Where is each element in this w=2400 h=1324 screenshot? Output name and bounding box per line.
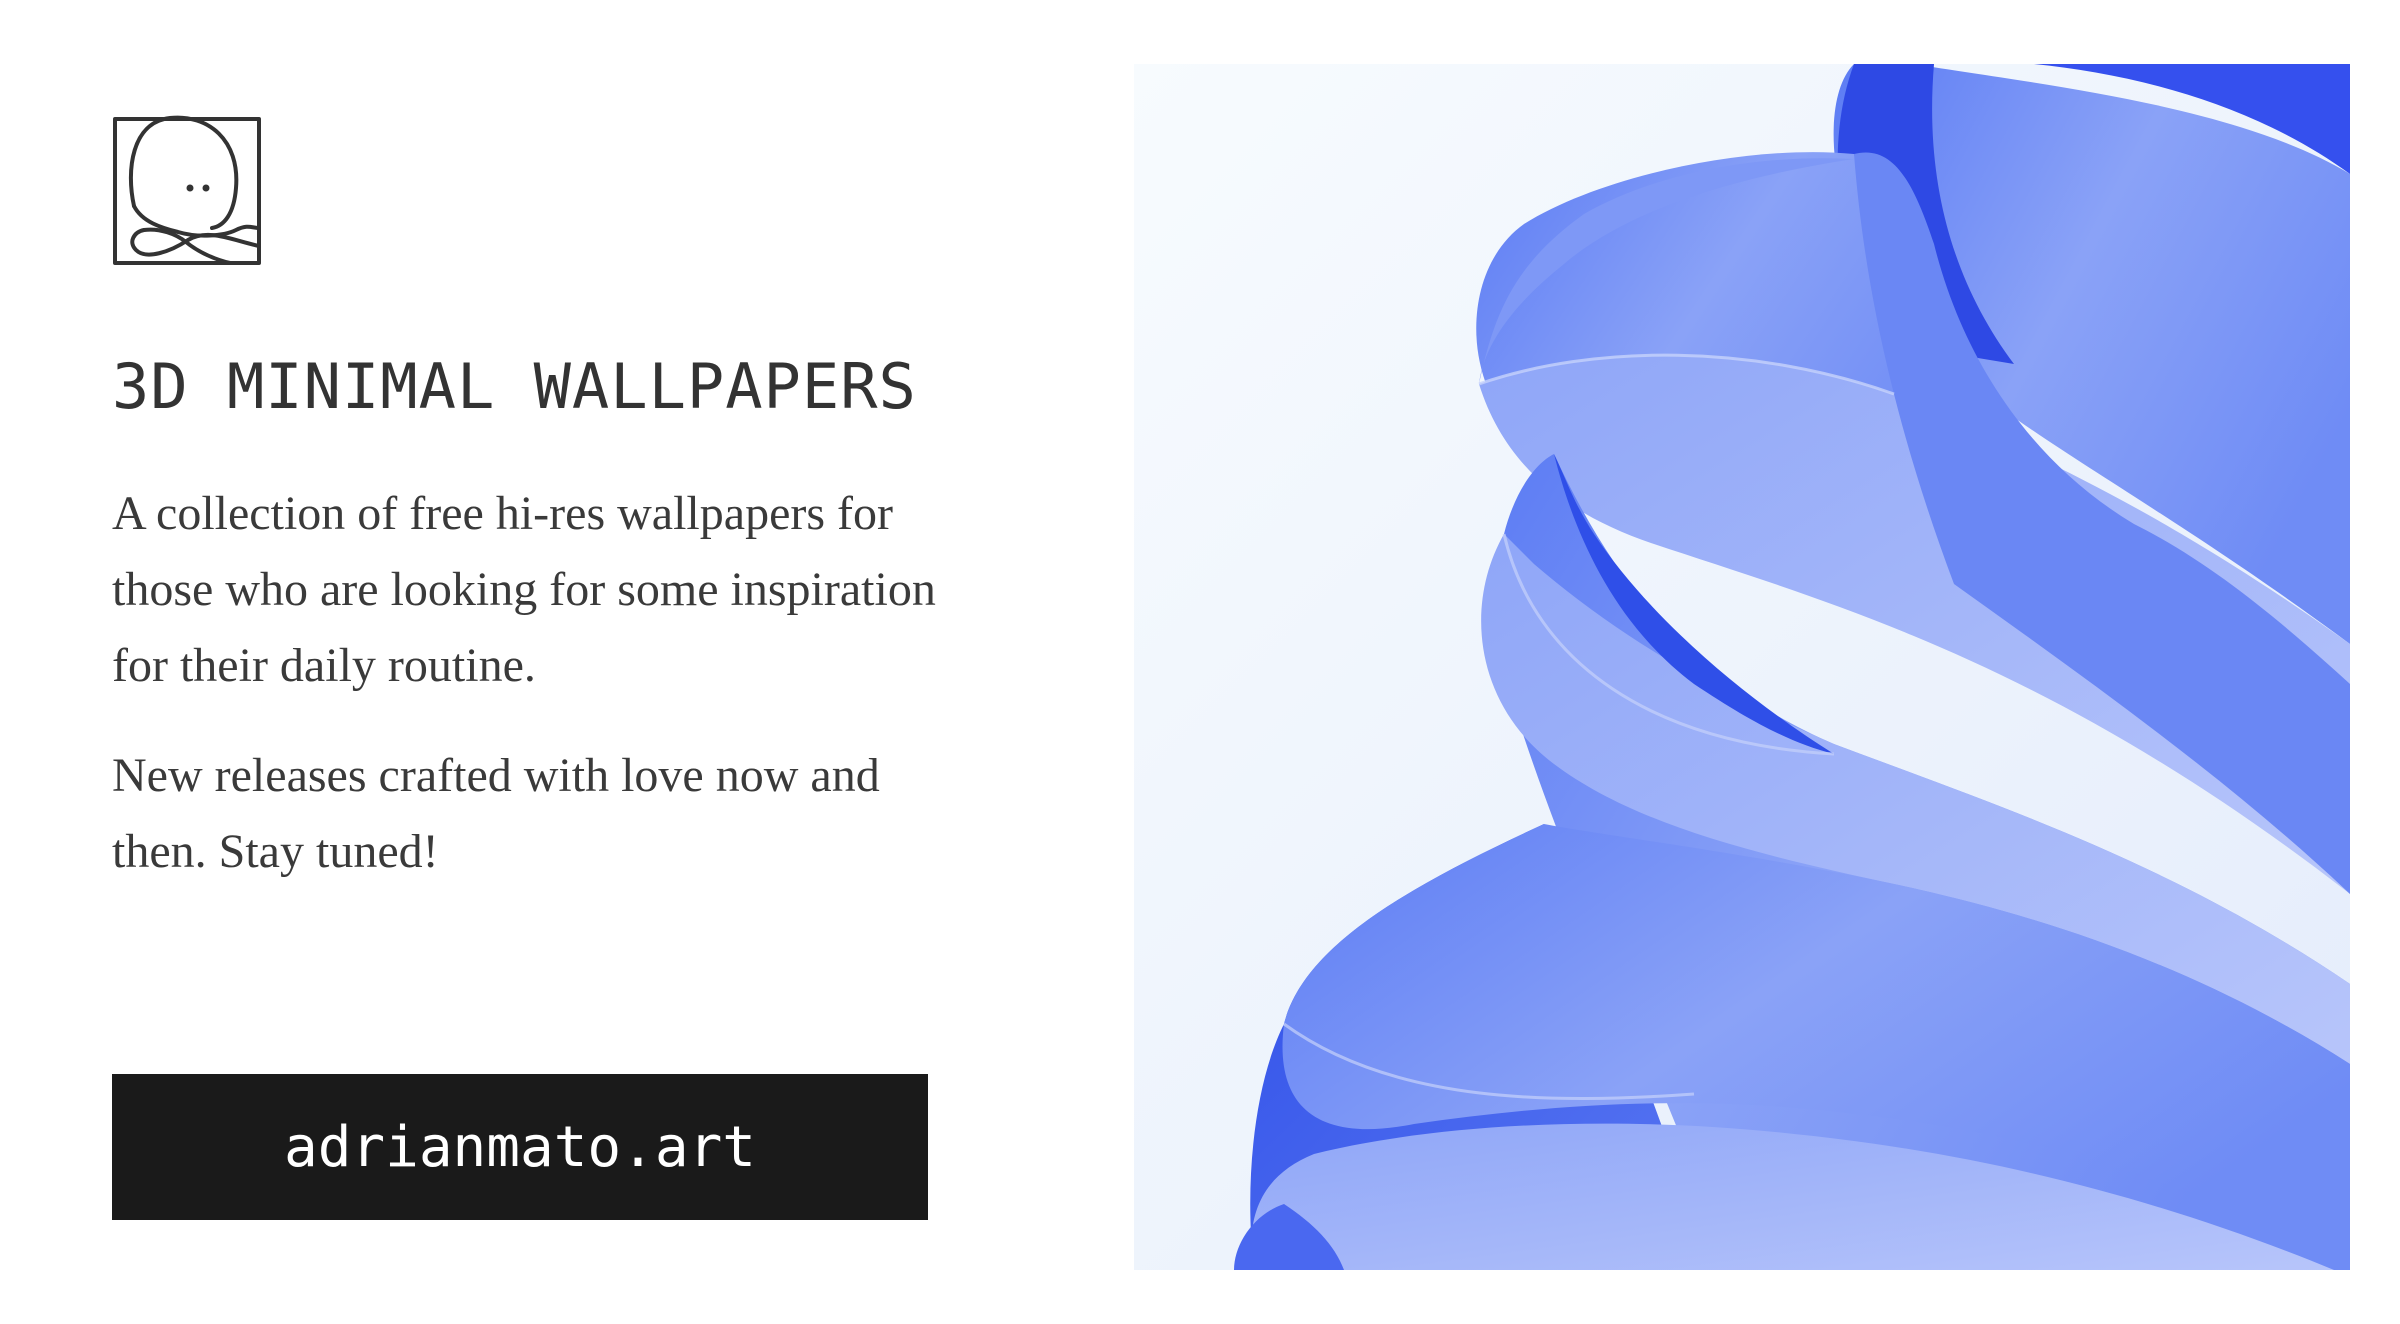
website-link-label: adrianmato.art xyxy=(283,1114,756,1180)
wallpaper-artwork xyxy=(1134,64,2350,1270)
website-link-button[interactable]: adrianmato.art xyxy=(112,1074,928,1220)
description-paragraph-secondary: New releases crafted with love now and t… xyxy=(112,749,880,878)
description-paragraph: A collection of free hi-res wallpapers f… xyxy=(112,487,936,692)
page: 3D MINIMAL WALLPAPERS A collection of fr… xyxy=(0,0,2400,1324)
page-title: 3D MINIMAL WALLPAPERS xyxy=(112,350,917,423)
octopus-logo-icon xyxy=(112,110,262,266)
